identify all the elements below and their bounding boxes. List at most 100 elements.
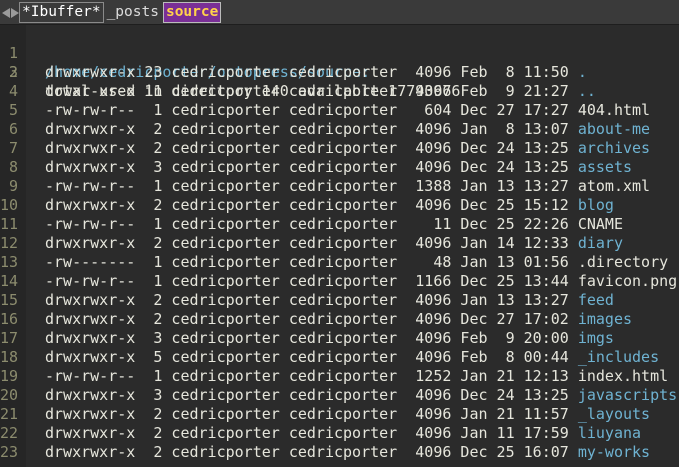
file-entry: -rw-rw-r-- 1 cedricporter cedricporter 1… [45,367,668,386]
directory-name[interactable]: my-works [578,443,650,461]
file-entry: drwxr-xr-x 11 cedricporter cedricporter … [45,82,596,101]
file-attributes: drwxrwxr-x 2 cedricporter cedricporter 4… [45,291,578,309]
line-number: 17 [0,329,19,347]
file-attributes: drwxrwxr-x 2 cedricporter cedricporter 4… [45,424,578,442]
tab-posts[interactable]: _posts [104,2,162,23]
tab-source[interactable]: source [162,2,222,23]
directory-name[interactable]: _layouts [578,405,650,423]
list-item[interactable]: 9 -rw-rw-r-- 1 cedricporter cedricporter … [0,177,679,196]
file-name[interactable]: atom.xml [578,177,650,195]
directory-name[interactable]: imgs [578,329,614,347]
file-entry: drwxrwxr-x 2 cedricporter cedricporter 4… [45,196,614,215]
file-attributes: -rw------- 1 cedricporter cedricporter 4… [45,253,578,271]
file-entry: drwxrwxr-x 2 cedricporter cedricporter 4… [45,291,614,310]
file-attributes: -rw-rw-r-- 1 cedricporter cedricporter 1… [45,367,578,385]
file-entry: -rw-rw-r-- 1 cedricporter cedricporter 1… [45,272,677,291]
line-number: 22 [0,424,19,442]
file-name[interactable]: 404.html [578,101,650,119]
line-number: 13 [0,253,19,271]
file-attributes: drwxr-xr-x 11 cedricporter cedricporter … [45,82,578,100]
file-attributes: -rw-rw-r-- 1 cedricporter cedricporter 1… [45,215,578,233]
file-attributes: -rw-rw-r-- 1 cedricporter cedricporter 6… [45,101,578,119]
directory-name[interactable]: about-me [578,120,650,138]
list-item[interactable]: 18 drwxrwxr-x 5 cedricporter cedricporter… [0,348,679,367]
file-entry: drwxrwxr-x 2 cedricporter cedricporter 4… [45,139,650,158]
list-item[interactable]: 16 drwxrwxr-x 2 cedricporter cedricporter… [0,310,679,329]
tabs: *Ibuffer* _posts source [19,2,222,23]
tab-ibuffer[interactable]: *Ibuffer* [19,2,104,23]
list-item[interactable]: 23 drwxrwxr-x 2 cedricporter cedricporter… [0,443,679,462]
file-entry: drwxrwxr-x 3 cedricporter cedricporter 4… [45,158,632,177]
file-attributes: -rw-rw-r-- 1 cedricporter cedricporter 1… [45,272,578,290]
line-number: 15 [0,291,19,309]
file-entry: drwxrwxr-x 2 cedricporter cedricporter 4… [45,234,623,253]
directory-name[interactable]: .. [578,82,596,100]
list-item[interactable]: 6 drwxrwxr-x 2 cedricporter cedricporter … [0,120,679,139]
list-item[interactable]: 17 drwxrwxr-x 3 cedricporter cedricporter… [0,329,679,348]
list-item[interactable]: 8 drwxrwxr-x 3 cedricporter cedricporter … [0,158,679,177]
line-number: 3 [8,63,18,81]
list-item[interactable]: 22 drwxrwxr-x 2 cedricporter cedricporter… [0,424,679,443]
file-entry: drwxrwxr-x 2 cedricporter cedricporter 4… [45,120,650,139]
line-number: 5 [8,101,18,119]
file-name[interactable]: CNAME [578,215,623,233]
directory-name[interactable]: images [578,310,632,328]
file-attributes: -rw-rw-r-- 1 cedricporter cedricporter 1… [45,177,578,195]
file-entry: drwxrwxr-x 3 cedricporter cedricporter 4… [45,386,677,405]
file-name[interactable]: index.html [578,367,668,385]
directory-name[interactable]: feed [578,291,614,309]
directory-name[interactable]: assets [578,158,632,176]
file-attributes: drwxrwxr-x 2 cedricporter cedricporter 4… [45,234,578,252]
list-item[interactable]: 20 drwxrwxr-x 3 cedricporter cedricporter… [0,386,679,405]
file-entry: -rw-rw-r-- 1 cedricporter cedricporter 6… [45,101,650,120]
line-number: 11 [0,215,19,233]
line-number: 4 [8,82,18,100]
directory-name[interactable]: diary [578,234,623,252]
list-item[interactable]: 19 -rw-rw-r-- 1 cedricporter cedricporter… [0,367,679,386]
list-item[interactable]: 12 drwxrwxr-x 2 cedricporter cedricporter… [0,234,679,253]
list-item[interactable]: 15 drwxrwxr-x 2 cedricporter cedricporter… [0,291,679,310]
file-name[interactable]: favicon.png [578,272,677,290]
line-number: 7 [8,139,18,157]
tab-scroll-arrows [2,4,19,21]
list-item[interactable]: 3 drwxrwxr-x 23 cedricporter cedricporter… [0,63,679,82]
line-number: 20 [0,386,19,404]
list-item[interactable]: 11 -rw-rw-r-- 1 cedricporter cedricporter… [0,215,679,234]
directory-name[interactable]: _includes [578,348,659,366]
list-item[interactable]: 14 -rw-rw-r-- 1 cedricporter cedricporter… [0,272,679,291]
file-attributes: drwxrwxr-x 3 cedricporter cedricporter 4… [45,158,578,176]
file-attributes: drwxrwxr-x 3 cedricporter cedricporter 4… [45,386,578,404]
directory-name[interactable]: archives [578,139,650,157]
directory-name[interactable]: . [578,63,587,81]
arrow-right-icon[interactable] [11,7,19,18]
list-item[interactable]: 4 drwxr-xr-x 11 cedricporter cedricporter… [0,82,679,101]
file-attributes: drwxrwxr-x 2 cedricporter cedricporter 4… [45,139,578,157]
line-number: 10 [0,196,19,214]
line-number: 14 [0,272,19,290]
line-number: 21 [0,405,19,423]
line-number: 9 [8,177,18,195]
file-attributes: drwxrwxr-x 2 cedricporter cedricporter 4… [45,120,578,138]
file-entry: drwxrwxr-x 23 cedricporter cedricporter … [45,63,587,82]
line-number: 12 [0,234,19,252]
file-attributes: drwxrwxr-x 2 cedricporter cedricporter 4… [45,196,578,214]
list-item[interactable]: 7 drwxrwxr-x 2 cedricporter cedricporter … [0,139,679,158]
dired-buffer[interactable]: 1 /home/cedricporter/octopress/source: 2… [0,25,679,467]
file-entry: drwxrwxr-x 2 cedricporter cedricporter 4… [45,405,650,424]
line-number: 6 [8,120,18,138]
file-entry: -rw-rw-r-- 1 cedricporter cedricporter 1… [45,177,650,196]
file-attributes: drwxrwxr-x 2 cedricporter cedricporter 4… [45,443,578,461]
file-attributes: drwxrwxr-x 3 cedricporter cedricporter 4… [45,329,578,347]
directory-name[interactable]: javascripts [578,386,677,404]
list-item[interactable]: 10 drwxrwxr-x 2 cedricporter cedricporter… [0,196,679,215]
list-item[interactable]: 5 -rw-rw-r-- 1 cedricporter cedricporter … [0,101,679,120]
file-name[interactable]: .directory [578,253,668,271]
directory-name[interactable]: liuyana [578,424,641,442]
file-entry: -rw------- 1 cedricporter cedricporter 4… [45,253,668,272]
list-item[interactable]: 21 drwxrwxr-x 2 cedricporter cedricporter… [0,405,679,424]
file-entry: drwxrwxr-x 2 cedricporter cedricporter 4… [45,443,650,462]
directory-name[interactable]: blog [578,196,614,214]
list-item[interactable]: 13 -rw------- 1 cedricporter cedricporter… [0,253,679,272]
line-number: 19 [0,367,19,385]
arrow-left-icon[interactable] [2,7,10,18]
